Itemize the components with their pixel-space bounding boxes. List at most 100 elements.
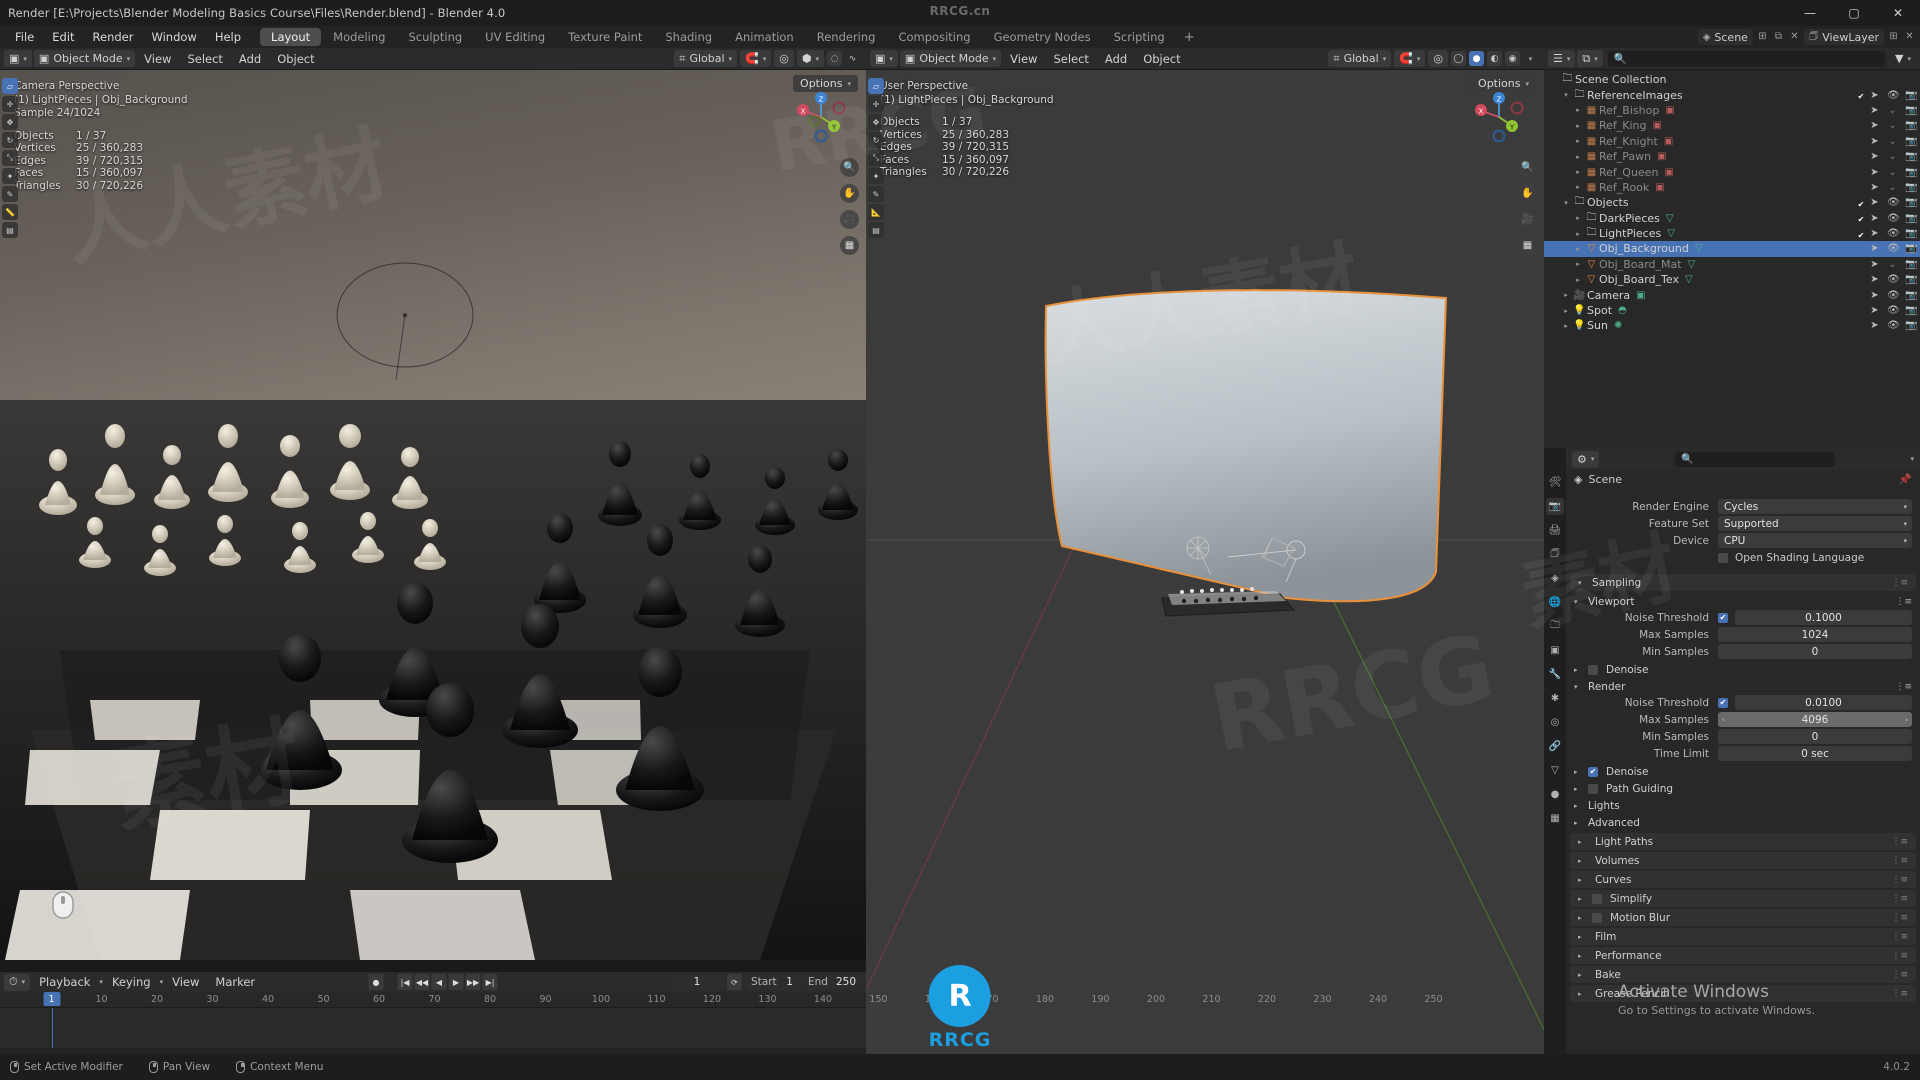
selectable-cursor-icon[interactable]: ➤	[1869, 213, 1880, 224]
hide-in-viewport-eye-icon[interactable]: 👁	[1887, 305, 1900, 316]
transform-orientation-dropdown-right[interactable]: ⌗ Global ▾	[1328, 50, 1392, 67]
properties-search-input[interactable]: 🔍	[1674, 451, 1835, 467]
panel-preset-icon[interactable]: ⋮≡	[1891, 951, 1908, 961]
disable-in-renders-camera-icon[interactable]: 📷	[1905, 120, 1917, 131]
image-data-icon[interactable]: ▣	[1664, 136, 1673, 147]
properties-tab-constraint[interactable]: 🔗	[1546, 738, 1564, 755]
selectable-cursor-icon[interactable]: ➤	[1869, 290, 1880, 301]
menu-window[interactable]: Window	[142, 26, 205, 48]
panel-preset-icon[interactable]: ⋮≡	[1891, 932, 1908, 942]
tool-measure-icon-r[interactable]: 📐	[868, 204, 884, 220]
current-frame-field[interactable]: 1	[669, 974, 724, 990]
object-mode-dropdown-right[interactable]: ▣ Object Mode ▾	[899, 50, 1002, 67]
snapping-toggle-right[interactable]: 🧲 ▾	[1394, 50, 1426, 67]
viewport-menu-add-right[interactable]: Add	[1098, 48, 1134, 70]
outliner-row-camera[interactable]: ▸ 🎥 Camera ▣ ➤ 👁 📷	[1544, 287, 1920, 302]
image-data-icon[interactable]: ▣	[1655, 182, 1664, 193]
path-guiding-checkbox[interactable]	[1588, 783, 1598, 794]
menu-file[interactable]: File	[6, 26, 43, 48]
selectable-cursor-icon[interactable]: ➤	[1869, 243, 1880, 254]
camera-data-icon[interactable]: ▣	[1636, 290, 1645, 301]
disable-in-renders-camera-icon[interactable]: 📷	[1905, 136, 1917, 147]
timeline-editor-type[interactable]: ⏱ ▾	[4, 973, 31, 991]
selectable-cursor-icon[interactable]: ➤	[1869, 105, 1880, 116]
panel-grease-pencil[interactable]: ▸ Grease Pencil ⋮≡	[1570, 985, 1916, 1002]
rn-noise-value-field[interactable]: 0.0100	[1735, 695, 1912, 711]
new-viewlayer-button[interactable]: ⊞	[1887, 29, 1900, 45]
workspace-tab-geometry-nodes[interactable]: Geometry Nodes	[983, 28, 1102, 46]
tool-measure-icon[interactable]: 📏	[2, 204, 18, 220]
expand-arrow-icon[interactable]: ▸	[1572, 245, 1584, 253]
panel-bake[interactable]: ▸ Bake ⋮≡	[1570, 966, 1916, 983]
outliner-editor-type[interactable]: ☰ ▾	[1548, 50, 1576, 67]
hide-in-viewport-eye-icon[interactable]: 👁	[1887, 320, 1900, 331]
outliner-row-obj-background[interactable]: ▸ ▽ Obj_Background ▽ ➤ 👁 📷	[1544, 241, 1920, 257]
panel-preset-icon[interactable]: ⋮≡	[1891, 837, 1908, 847]
hide-in-viewport-eye-icon[interactable]: 👁	[1887, 228, 1900, 239]
properties-tab-particles[interactable]: ✱	[1546, 690, 1564, 707]
tool-cursor-icon[interactable]: ✛	[2, 96, 18, 112]
viewport-menu-object-right[interactable]: Object	[1136, 48, 1187, 70]
properties-editor-type[interactable]: ⚙ ▾	[1572, 450, 1600, 468]
workspace-tab-shading[interactable]: Shading	[654, 28, 723, 46]
3d-viewport[interactable]: User Perspective (1) LightPieces | Obj_B…	[866, 70, 1544, 1054]
outliner-search-input[interactable]: 🔍	[1607, 50, 1886, 67]
hide-in-viewport-eye-icon[interactable]: 👁	[1887, 90, 1900, 101]
view-axis-gizmo[interactable]: Z X Y	[792, 88, 850, 146]
panel-volumes[interactable]: ▸ Volumes ⋮≡	[1570, 852, 1916, 869]
selectable-cursor-icon[interactable]: ➤	[1869, 120, 1880, 131]
next-keyframe-icon[interactable]: ▶▶	[465, 974, 481, 990]
proportional-edit-toggle-right[interactable]: ◎	[1428, 50, 1448, 67]
expand-arrow-icon[interactable]: ▸	[1572, 122, 1584, 130]
properties-tab-collection[interactable]: 🗀	[1546, 618, 1564, 635]
disable-in-renders-camera-icon[interactable]: 📷	[1905, 90, 1917, 101]
outliner-row-scene collection[interactable]: 🗀 Scene Collection	[1544, 72, 1920, 87]
viewlayer-selector[interactable]: 🗇 ViewLayer	[1803, 29, 1884, 45]
editor-type-button[interactable]: ▣ ▾	[4, 50, 32, 67]
tool-scale-icon[interactable]: ⤡	[2, 150, 18, 166]
tool-scale-icon-r[interactable]: ⤡	[868, 150, 884, 166]
selectable-cursor-icon[interactable]: ➤	[1869, 274, 1880, 285]
expand-arrow-icon[interactable]: ▸	[1572, 183, 1584, 191]
disable-in-renders-camera-icon[interactable]: 📷	[1905, 274, 1917, 285]
hide-in-viewport-eye-icon[interactable]: ⌄	[1887, 120, 1898, 131]
disable-in-renders-camera-icon[interactable]: 📷	[1905, 105, 1917, 116]
shading-solid[interactable]: ●	[1469, 51, 1484, 66]
properties-tab-scene[interactable]: ◈	[1546, 570, 1564, 587]
properties-tab-modifier[interactable]: 🔧	[1546, 666, 1564, 683]
rn-min-value-field[interactable]: 0	[1718, 729, 1912, 745]
render-result-viewport[interactable]: Camera Perspective (1) LightPieces | Obj…	[0, 70, 866, 972]
prev-keyframe-icon[interactable]: ◀◀	[414, 974, 430, 990]
playhead-label[interactable]: 1	[43, 992, 61, 1006]
workspace-tab-scripting[interactable]: Scripting	[1103, 28, 1176, 46]
maximize-button[interactable]: ▢	[1832, 0, 1876, 26]
selectable-cursor-icon[interactable]: ➤	[1869, 305, 1880, 316]
timeline-menu-view[interactable]: View	[165, 972, 206, 992]
viewport-menu-object[interactable]: Object	[270, 48, 321, 70]
hide-in-viewport-eye-icon[interactable]: ⌄	[1887, 151, 1898, 162]
sampling-preset-icon[interactable]: ⋮≡	[1891, 578, 1908, 588]
image-data-icon[interactable]: ▣	[1657, 151, 1666, 162]
close-button[interactable]: ✕	[1876, 0, 1920, 26]
tool-rotate-icon-r[interactable]: ↻	[868, 132, 884, 148]
disable-in-renders-camera-icon[interactable]: 📷	[1905, 228, 1917, 239]
record-keyframe-icon[interactable]: ●	[368, 974, 384, 990]
properties-tab-viewlayer[interactable]: 🗇	[1546, 546, 1564, 563]
properties-tab-render[interactable]: 📷	[1546, 498, 1564, 515]
disable-in-renders-camera-icon[interactable]: 📷	[1905, 243, 1917, 254]
panel-film[interactable]: ▸ Film ⋮≡	[1570, 928, 1916, 945]
properties-tab-data[interactable]: ▽	[1546, 762, 1564, 779]
expand-arrow-icon[interactable]: ▸	[1572, 276, 1584, 284]
outliner-row-ref-queen[interactable]: ▸ ▦ Ref_Queen ▣ ➤ ⌄ 📷	[1544, 164, 1920, 179]
expand-arrow-icon[interactable]: ▸	[1560, 291, 1572, 299]
outliner-row-spot[interactable]: ▸ 💡 Spot ◓ ➤ 👁 📷	[1544, 303, 1920, 318]
disable-in-renders-camera-icon[interactable]: 📷	[1905, 290, 1917, 301]
multi-object-icon[interactable]: ▽	[1666, 213, 1674, 224]
zoom-icon[interactable]: 🔍	[840, 158, 859, 177]
hide-in-viewport-eye-icon[interactable]: ⌄	[1887, 167, 1898, 178]
rn-time-value-field[interactable]: 0 sec	[1718, 746, 1912, 762]
viewport-preset-icon[interactable]: ⋮≡	[1895, 597, 1912, 607]
disable-in-renders-camera-icon[interactable]: 📷	[1905, 197, 1917, 208]
menu-edit[interactable]: Edit	[43, 26, 83, 48]
selectable-cursor-icon[interactable]: ➤	[1869, 136, 1880, 147]
